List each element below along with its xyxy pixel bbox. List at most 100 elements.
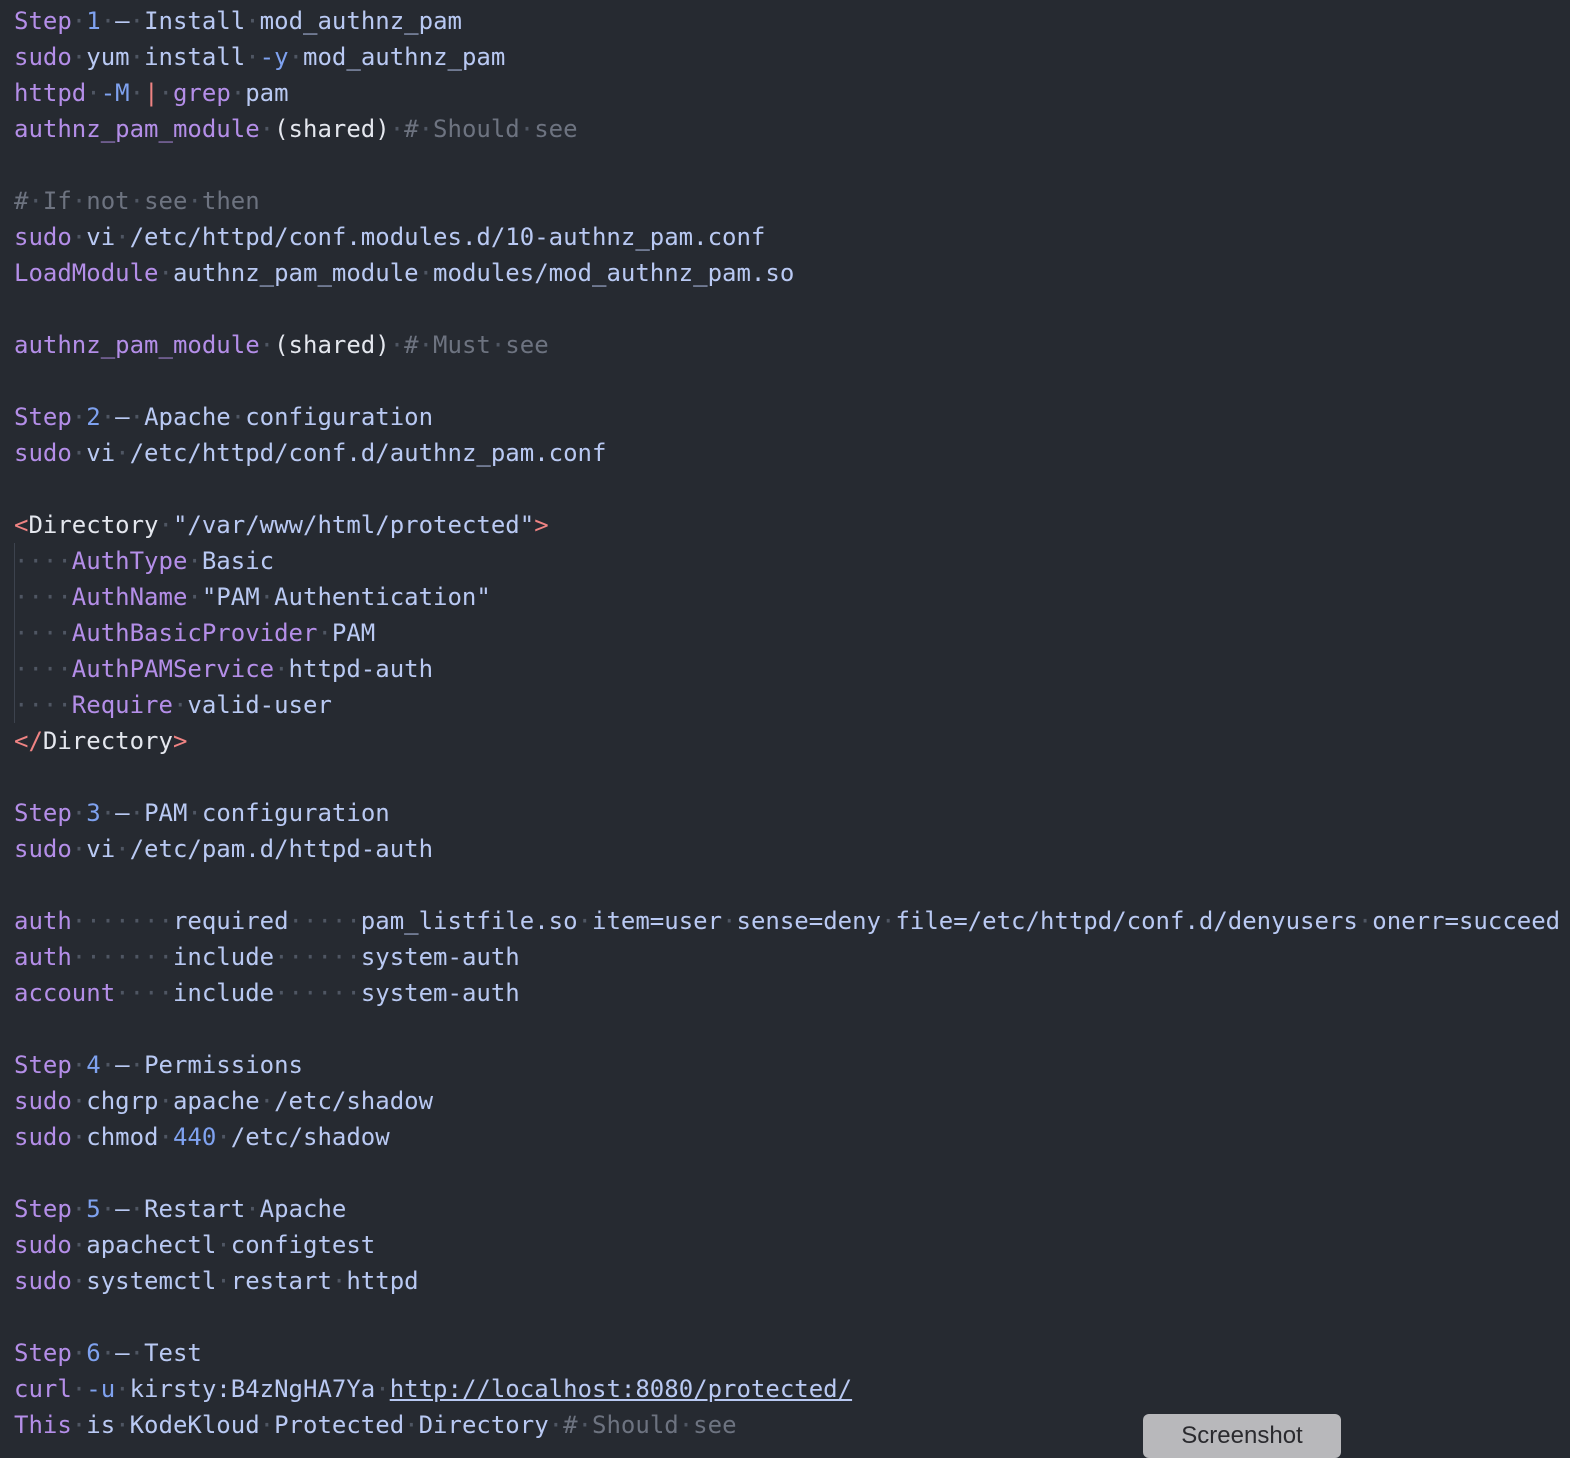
code-line: sudo·chmod·440·/etc/shadow [14,1119,1570,1155]
code-token: AuthType [71,547,188,575]
whitespace-marker: ···· [14,655,72,683]
whitespace-marker: · [100,799,116,827]
code-token: Test [144,1339,202,1367]
code-line: httpd·-M·|·grep·pam [14,75,1570,111]
whitespace-marker: · [86,79,101,107]
code-line: ····AuthPAMService·httpd-auth [14,651,1570,687]
code-line: #·If·not·see·then [14,183,1570,219]
code-token: Apache [259,1195,347,1223]
whitespace-marker: ······ [274,979,361,1007]
code-link[interactable]: http://localhost:8080/protected/ [390,1375,852,1403]
whitespace-marker: ···· [115,979,173,1007]
whitespace-marker: ···· [14,547,72,575]
whitespace-marker: · [259,1411,275,1439]
whitespace-marker: · [129,799,145,827]
code-token: Directory [418,1411,549,1439]
code-token: include [172,979,275,1007]
code-editor[interactable]: Step·1·—·Install·mod_authnz_pam sudo·yum·… [14,3,1570,1443]
code-token: systemctl [86,1267,217,1295]
whitespace-marker: · [115,835,130,863]
whitespace-marker: · [259,1087,275,1115]
code-token: configuration [245,403,434,431]
whitespace-marker: · [100,403,116,431]
code-token: sudo [14,223,72,251]
code-token: 4 [86,1051,101,1079]
code-token: required [172,907,289,935]
code-token: yum [86,43,130,71]
whitespace-marker: · [158,79,173,107]
code-token: sudo [14,1267,72,1295]
code-token: — [115,1051,130,1079]
code-token: see [693,1411,737,1439]
code-line: LoadModule·authnz_pam_module·modules/mod… [14,255,1570,291]
code-token: < [14,511,29,539]
whitespace-marker: · [71,1123,87,1151]
code-token: Basic [201,547,275,575]
code-token: vi [86,835,116,863]
code-token: mod_authnz_pam [303,43,506,71]
whitespace-marker: · [230,79,246,107]
whitespace-marker: · [331,1267,347,1295]
whitespace-marker: · [71,403,87,431]
whitespace-marker: · [245,1195,260,1223]
whitespace-marker: ····· [288,907,361,935]
code-token: -M [100,79,130,107]
code-token: | [144,79,159,107]
whitespace-marker: ······· [71,907,173,935]
whitespace-marker: · [577,1411,593,1439]
code-token: Protected [274,1411,405,1439]
whitespace-marker: · [389,115,405,143]
code-token: AuthName [71,583,188,611]
whitespace-marker: · [216,1123,231,1151]
whitespace-marker: · [389,331,405,359]
code-token: auth [14,907,72,935]
code-token: Install [144,7,246,35]
code-token: sudo [14,43,72,71]
screenshot-button[interactable]: Screenshot [1143,1414,1341,1458]
whitespace-marker: · [129,1051,145,1079]
whitespace-marker: · [129,1339,145,1367]
code-token: This [14,1411,72,1439]
whitespace-marker: · [158,259,173,287]
whitespace-marker: · [678,1411,694,1439]
code-token: onerr=succeed [1372,907,1561,935]
code-line: Step·4·—·Permissions [14,1047,1570,1083]
whitespace-marker: ···· [14,583,72,611]
code-token: # [563,1411,578,1439]
indent-guide [14,543,15,723]
whitespace-marker: · [71,223,87,251]
whitespace-marker: · [216,1231,231,1259]
whitespace-marker: · [129,7,145,35]
code-token: Step [14,1339,72,1367]
code-line: ····AuthName·"PAM·Authentication" [14,579,1570,615]
whitespace-marker: · [158,1087,173,1115]
whitespace-marker: · [881,907,896,935]
whitespace-marker: · [129,403,145,431]
whitespace-marker: · [259,115,275,143]
code-token: Step [14,1195,72,1223]
code-token: system-auth [360,979,520,1007]
code-token: 2 [86,403,101,431]
code-token: httpd-auth [288,655,434,683]
whitespace-marker: · [187,583,202,611]
code-line: curl·-u·kirsty:B4zNgHA7Ya·http://localho… [14,1371,1570,1407]
code-token: 6 [86,1339,101,1367]
code-line: ····AuthBasicProvider·PAM [14,615,1570,651]
code-token: PAM [144,799,188,827]
code-token: — [115,7,130,35]
code-line: sudo·vi·/etc/httpd/conf.modules.d/10-aut… [14,219,1570,255]
whitespace-marker: · [187,799,202,827]
whitespace-marker: · [490,331,506,359]
code-token: vi [86,439,116,467]
code-line: Step·5·—·Restart·Apache [14,1191,1570,1227]
whitespace-marker: · [71,43,87,71]
code-token: -u [86,1375,116,1403]
code-token: /etc/shadow [274,1087,434,1115]
whitespace-marker: · [71,1339,87,1367]
code-token: apachectl [86,1231,217,1259]
code-token: </ [14,727,43,755]
code-token: see [144,187,188,215]
whitespace-marker: · [129,79,145,107]
